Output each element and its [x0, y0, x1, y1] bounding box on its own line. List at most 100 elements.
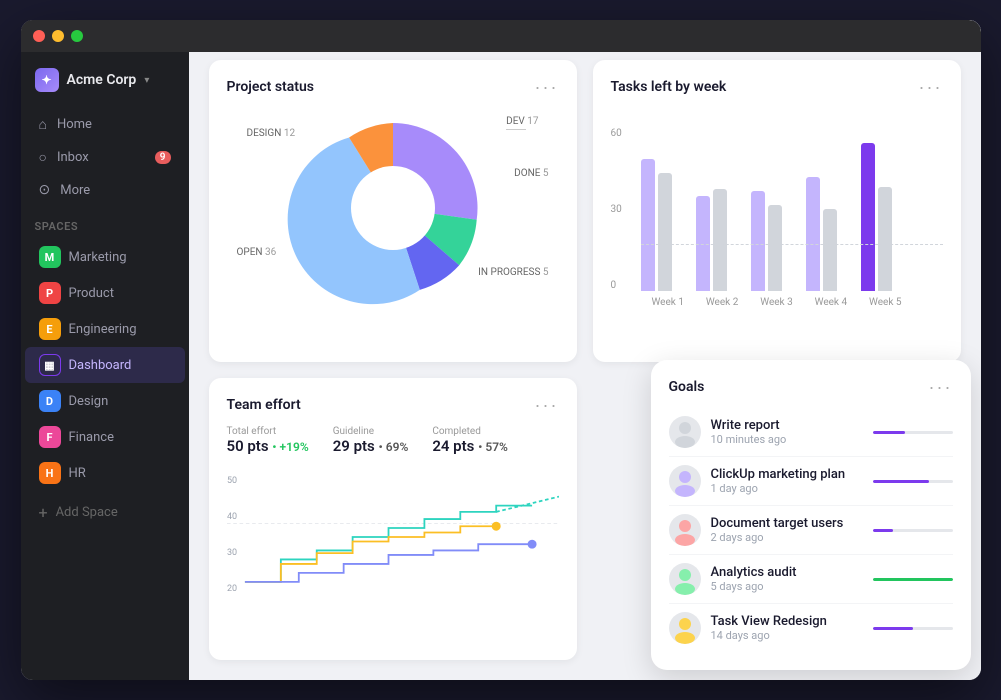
- effort-stat-guideline: Guideline 29 pts • 69%: [333, 426, 409, 455]
- minimize-dot[interactable]: [52, 30, 64, 42]
- company-header[interactable]: ✦ Acme Corp ▾: [21, 52, 189, 104]
- team-effort-card: Team effort ··· Total effort 50 pts • +1…: [209, 378, 577, 661]
- y-label-20: 20: [227, 583, 237, 593]
- project-status-more-button[interactable]: ···: [535, 78, 559, 96]
- sidebar-item-inbox[interactable]: ○ Inbox 9: [29, 141, 181, 174]
- y-label-50: 50: [227, 476, 237, 486]
- pie-label-inprogress: IN PROGRESS 5: [478, 267, 548, 278]
- goal-avatar-2: [669, 465, 701, 497]
- title-bar: [21, 20, 981, 52]
- project-status-card: Project status ···: [209, 60, 577, 362]
- goal-item-3: Document target users 2 days ago: [669, 506, 953, 555]
- goal-progress-5: [873, 627, 953, 630]
- tasks-left-title: Tasks left by week: [611, 79, 727, 95]
- project-status-header: Project status ···: [227, 78, 559, 96]
- bar-w3-a: [751, 191, 765, 291]
- goal-avatar-5: [669, 612, 701, 644]
- goal-avatar-1: [669, 416, 701, 448]
- bar-w4-a: [806, 177, 820, 291]
- plus-icon: +: [39, 503, 48, 522]
- team-effort-more-button[interactable]: ···: [535, 396, 559, 414]
- team-effort-title: Team effort: [227, 397, 301, 413]
- goal-info-1: Write report 10 minutes ago: [711, 418, 863, 446]
- sidebar-item-finance[interactable]: F Finance: [25, 419, 185, 455]
- company-name: Acme Corp: [67, 72, 137, 88]
- sidebar: ✦ Acme Corp ▾ ⌂ Home ○ Inbox 9 ⊙ More Sp…: [21, 20, 189, 680]
- bar-chart-area: 0 30 60: [611, 108, 943, 291]
- y-label-40: 40: [227, 512, 237, 522]
- effort-yellow-dot: [491, 521, 500, 530]
- bar-w5-a: [861, 143, 875, 291]
- progress-fill-5: [873, 627, 913, 630]
- goal-avatar-3: [669, 514, 701, 546]
- goal-item-1: Write report 10 minutes ago: [669, 408, 953, 457]
- app-window: ✦ Acme Corp ▾ ⌂ Home ○ Inbox 9 ⊙ More Sp…: [21, 20, 981, 680]
- pie-label-open: OPEN 36: [237, 247, 277, 258]
- sidebar-item-label: Inbox: [57, 150, 89, 165]
- bar-w3-b: [768, 205, 782, 291]
- pie-label-design: DESIGN 12: [247, 128, 296, 139]
- bar-group-w2: [696, 189, 747, 291]
- main-content: Project status ···: [189, 20, 981, 680]
- bar-chart: 0 30 60: [611, 108, 943, 308]
- space-icon-engineering: E: [39, 318, 61, 340]
- goal-info-2: ClickUp marketing plan 1 day ago: [711, 467, 863, 495]
- tasks-left-card: Tasks left by week ··· 0 30 60: [593, 60, 961, 362]
- sidebar-item-more[interactable]: ⊙ More: [29, 174, 181, 206]
- pie-chart: DEV 17 DONE 5 IN PROGRESS 5 OPEN 36 DESI…: [227, 108, 559, 308]
- sidebar-item-label: More: [60, 183, 90, 198]
- goal-info-5: Task View Redesign 14 days ago: [711, 614, 863, 642]
- sidebar-item-product[interactable]: P Product: [25, 275, 185, 311]
- goal-item-4: Analytics audit 5 days ago: [669, 555, 953, 604]
- bar-w5-b: [878, 187, 892, 291]
- goal-info-4: Analytics audit 5 days ago: [711, 565, 863, 593]
- goals-more-button[interactable]: ···: [929, 378, 953, 396]
- close-dot[interactable]: [33, 30, 45, 42]
- sidebar-item-design[interactable]: D Design: [25, 383, 185, 419]
- space-icon-finance: F: [39, 426, 61, 448]
- chevron-down-icon: ▾: [144, 75, 149, 86]
- pie-center: [351, 166, 435, 250]
- goal-item-5: Task View Redesign 14 days ago: [669, 604, 953, 652]
- effort-chart-svg: 20 30 40 50: [227, 467, 559, 607]
- tasks-more-button[interactable]: ···: [919, 78, 943, 96]
- effort-chart: 20 30 40 50: [227, 467, 559, 607]
- sidebar-item-hr[interactable]: H HR: [25, 455, 185, 491]
- progress-fill-1: [873, 431, 905, 434]
- goals-card: Goals ··· Write report 10 minutes ago: [651, 360, 971, 670]
- bar-w2-b: [713, 189, 727, 291]
- goal-progress-3: [873, 529, 953, 532]
- sidebar-item-home[interactable]: ⌂ Home: [29, 108, 181, 141]
- bar-group-w5: [861, 143, 912, 291]
- add-space-button[interactable]: + Add Space: [25, 495, 185, 530]
- guideline: [641, 244, 943, 245]
- bar-w1-b: [658, 173, 672, 291]
- pie-chart-svg: [293, 108, 493, 308]
- goals-header: Goals ···: [669, 378, 953, 396]
- maximize-dot[interactable]: [71, 30, 83, 42]
- progress-fill-4: [873, 578, 953, 581]
- goal-progress-4: [873, 578, 953, 581]
- sidebar-item-engineering[interactable]: E Engineering: [25, 311, 185, 347]
- effort-projection: [496, 496, 559, 511]
- effort-blue-dot: [527, 539, 536, 548]
- sidebar-nav: ⌂ Home ○ Inbox 9 ⊙ More: [21, 104, 189, 210]
- team-effort-header: Team effort ···: [227, 396, 559, 414]
- inbox-badge: 9: [155, 151, 171, 164]
- effort-stat-completed: Completed 24 pts • 57%: [432, 426, 508, 455]
- goal-progress-2: [873, 480, 953, 483]
- sidebar-item-dashboard[interactable]: ▦ Dashboard: [25, 347, 185, 383]
- sidebar-item-marketing[interactable]: M Marketing: [25, 239, 185, 275]
- bar-group-w4: [806, 177, 857, 291]
- project-status-title: Project status: [227, 79, 314, 95]
- bar-w1-a: [641, 159, 655, 291]
- pie-label-dev: DEV 17: [506, 116, 538, 130]
- bar-w4-b: [823, 209, 837, 291]
- goal-avatar-4: [669, 563, 701, 595]
- y-axis: 0 30 60: [611, 128, 622, 291]
- progress-fill-3: [873, 529, 893, 532]
- space-icon-hr: H: [39, 462, 61, 484]
- sidebar-item-label: Home: [57, 117, 92, 132]
- effort-stats: Total effort 50 pts • +19% Guideline 29 …: [227, 426, 559, 455]
- effort-guideline-line: [244, 526, 495, 582]
